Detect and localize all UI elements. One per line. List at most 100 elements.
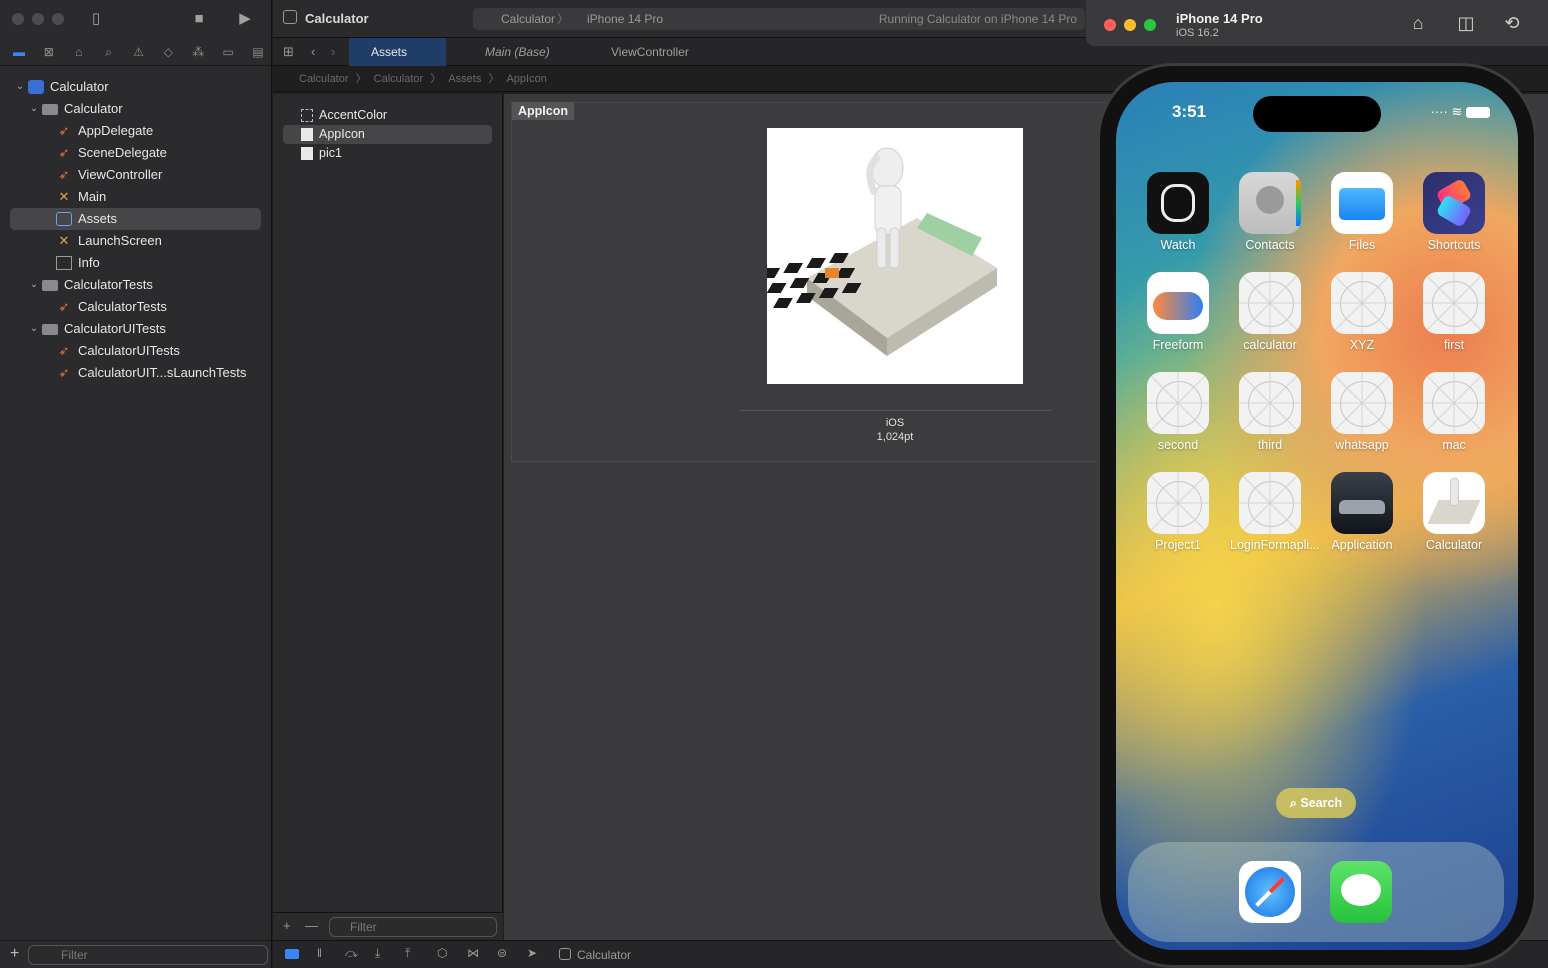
- find-navigator-tab-icon[interactable]: ⌕: [96, 42, 122, 62]
- project-navigator-tab-icon[interactable]: ▬: [6, 42, 32, 62]
- breadcrumb-item[interactable]: Assets: [448, 73, 481, 85]
- tab-main[interactable]: Main (Base): [463, 38, 573, 66]
- add-file-icon[interactable]: +: [10, 945, 19, 963]
- file-tree-item[interactable]: ➶ ViewController: [0, 164, 271, 186]
- safari-icon[interactable]: [1239, 861, 1301, 923]
- stop-button[interactable]: ■: [189, 10, 209, 28]
- breakpoint-navigator-tab-icon[interactable]: ▭: [215, 42, 241, 62]
- spotlight-search-button[interactable]: ⌕ Search: [1276, 788, 1356, 818]
- messages-icon[interactable]: [1330, 861, 1392, 923]
- remove-asset-icon[interactable]: —: [305, 918, 318, 933]
- screenshot-icon[interactable]: ◫: [1454, 12, 1478, 34]
- app-second[interactable]: second: [1138, 372, 1218, 452]
- disclosure-chevron-icon[interactable]: ⌄: [14, 76, 26, 98]
- app-label: mac: [1442, 438, 1466, 452]
- app-mac[interactable]: mac: [1414, 372, 1494, 452]
- pause-icon[interactable]: ‖: [317, 946, 322, 960]
- app-project1[interactable]: Project1: [1138, 472, 1218, 552]
- breadcrumb-item[interactable]: Calculator: [299, 73, 349, 85]
- app-label: Watch: [1160, 238, 1196, 252]
- source-control-tab-icon[interactable]: ⊠: [36, 42, 62, 62]
- file-tree-item[interactable]: Assets: [10, 208, 261, 230]
- disclosure-chevron-icon[interactable]: ⌄: [28, 318, 40, 340]
- file-tree-item[interactable]: ➶ AppDelegate: [0, 120, 271, 142]
- app-whatsapp[interactable]: whatsapp: [1322, 372, 1402, 452]
- symbol-navigator-tab-icon[interactable]: ⌂: [66, 42, 92, 62]
- step-into-icon[interactable]: ⤓: [375, 946, 380, 961]
- breadcrumb-item[interactable]: Calculator: [374, 73, 424, 85]
- asset-filter-input[interactable]: Filter: [329, 917, 497, 937]
- step-out-icon[interactable]: ⤒: [405, 946, 410, 961]
- file-tree-item[interactable]: ➶ CalculatorTests: [0, 296, 271, 318]
- disclosure-chevron-icon[interactable]: ⌄: [28, 274, 40, 296]
- file-tree-item[interactable]: ⌄ CalculatorTests: [0, 274, 271, 296]
- app-label: Contacts: [1245, 238, 1295, 252]
- navigator-filter-bar: + Filter: [0, 940, 271, 968]
- app-files[interactable]: Files: [1322, 172, 1402, 252]
- disclosure-chevron-icon[interactable]: ⌄: [28, 98, 40, 120]
- file-tree-item[interactable]: ✕ LaunchScreen: [0, 230, 271, 252]
- scheme-device[interactable]: iPhone 14 Pro: [587, 8, 663, 30]
- simulator-minimize-button[interactable]: [1124, 19, 1136, 31]
- app-label: LoginFormapli...: [1230, 538, 1320, 552]
- simulator-zoom-button[interactable]: [1144, 19, 1156, 31]
- simulator-close-button[interactable]: [1104, 19, 1116, 31]
- app-icon-image-well[interactable]: [767, 128, 1023, 384]
- app-calculator[interactable]: calculator: [1230, 272, 1310, 352]
- test-navigator-tab-icon[interactable]: ◇: [155, 42, 181, 62]
- close-window-button[interactable]: [12, 13, 24, 25]
- location-icon[interactable]: ➤: [527, 946, 537, 960]
- app-loginformapli-[interactable]: LoginFormapli...: [1230, 472, 1320, 552]
- run-button[interactable]: ▶: [235, 10, 255, 28]
- grid-icon[interactable]: ⊞: [283, 44, 294, 60]
- app-application[interactable]: Application: [1322, 472, 1402, 552]
- home-icon[interactable]: ⌂: [1406, 12, 1430, 34]
- memory-graph-icon[interactable]: ⋈: [467, 946, 479, 960]
- file-tree-item[interactable]: ➶ CalculatorUITests: [0, 340, 271, 362]
- file-tree-item[interactable]: ⌄ Calculator: [0, 98, 271, 120]
- scheme-selector[interactable]: Calculator 〉 iPhone 14 Pro Running Calcu…: [473, 8, 1085, 30]
- app-contacts[interactable]: Contacts: [1230, 172, 1310, 252]
- forward-icon[interactable]: ›: [331, 44, 335, 59]
- app-third[interactable]: third: [1230, 372, 1310, 452]
- environment-icon[interactable]: ⊜: [497, 946, 507, 960]
- file-tree-item[interactable]: ➶ SceneDelegate: [0, 142, 271, 164]
- navigator-filter-input[interactable]: Filter: [28, 945, 268, 965]
- file-tree-item[interactable]: ✕ Main: [0, 186, 271, 208]
- app-calculator[interactable]: Calculator: [1414, 472, 1494, 552]
- file-tree-item[interactable]: Info: [0, 252, 271, 274]
- view-hierarchy-icon[interactable]: ⬡: [437, 946, 447, 960]
- minimize-window-button[interactable]: [32, 13, 44, 25]
- swift-file-icon: ➶: [58, 299, 70, 314]
- asset-item-accentcolor[interactable]: AccentColor: [283, 106, 492, 125]
- app-target-icon: [559, 948, 571, 960]
- file-tree-item[interactable]: ⌄ CalculatorUITests: [0, 318, 271, 340]
- file-tree-item[interactable]: ⌄ Calculator: [0, 76, 271, 98]
- add-asset-icon[interactable]: +: [283, 918, 291, 933]
- app-first[interactable]: first: [1414, 272, 1494, 352]
- scheme-target[interactable]: Calculator: [501, 8, 555, 30]
- asset-item-appicon[interactable]: AppIcon: [283, 125, 492, 144]
- report-navigator-tab-icon[interactable]: ▤: [245, 42, 271, 62]
- app-label: Shortcuts: [1427, 238, 1481, 252]
- app-xyz[interactable]: XYZ: [1322, 272, 1402, 352]
- app-shortcuts[interactable]: Shortcuts: [1414, 172, 1494, 252]
- debug-target-label[interactable]: Calculator: [577, 948, 631, 962]
- tab-viewcontroller[interactable]: ViewController: [589, 38, 709, 66]
- breadcrumb-item[interactable]: AppIcon: [506, 73, 546, 85]
- zoom-window-button[interactable]: [52, 13, 64, 25]
- sidebar-toggle-icon[interactable]: ▯: [86, 10, 106, 28]
- app-freeform[interactable]: Freeform: [1138, 272, 1218, 352]
- back-icon[interactable]: ‹: [311, 44, 315, 59]
- rotate-icon[interactable]: ⟲: [1500, 12, 1524, 34]
- issue-navigator-tab-icon[interactable]: ⚠: [126, 42, 152, 62]
- file-tree-item[interactable]: ➶ CalculatorUIT...sLaunchTests: [0, 362, 271, 384]
- app-watch[interactable]: Watch: [1138, 172, 1218, 252]
- asset-item-pic1[interactable]: pic1: [283, 144, 492, 163]
- swift-file-icon: ➶: [58, 123, 70, 138]
- debug-area-toggle-icon[interactable]: [285, 949, 299, 959]
- debug-navigator-tab-icon[interactable]: ⁂: [185, 42, 211, 62]
- tab-assets[interactable]: Assets: [349, 38, 446, 66]
- status-time: 3:51: [1172, 102, 1207, 121]
- step-over-icon[interactable]: ⤼: [345, 946, 358, 961]
